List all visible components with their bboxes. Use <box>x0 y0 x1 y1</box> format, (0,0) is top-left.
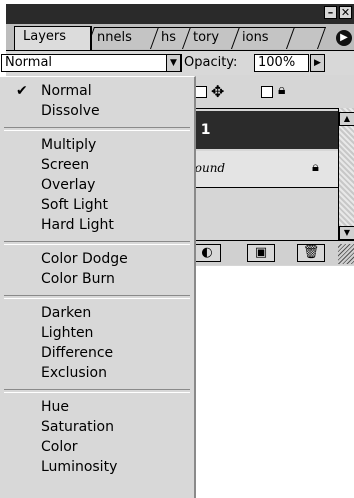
adjustment-layer-icon[interactable]: ◐ <box>193 244 221 262</box>
menu-item-darken[interactable]: Darken <box>0 303 194 323</box>
checkmark-icon: ✔ <box>16 83 28 99</box>
tab-row: Layers nnels hs tory ions ▶ <box>6 24 354 51</box>
blend-mode-value: Normal <box>5 55 53 70</box>
minimize-icon[interactable]: – <box>324 6 337 19</box>
menu-item-color[interactable]: Color <box>0 437 194 457</box>
layer-lock-icon: 🔒︎ <box>312 160 319 175</box>
menu-item-label: Lighten <box>41 325 94 341</box>
menu-item-label: Saturation <box>41 419 114 435</box>
lock-position-checkbox[interactable] <box>195 86 207 98</box>
menu-item-color-burn[interactable]: Color Burn <box>0 269 194 289</box>
menu-item-overlay[interactable]: Overlay <box>0 175 194 195</box>
menu-item-label: Exclusion <box>41 365 107 381</box>
menu-item-saturation[interactable]: Saturation <box>0 417 194 437</box>
menu-item-label: Hard Light <box>41 217 114 233</box>
resize-grip-icon[interactable] <box>338 244 354 264</box>
menu-item-label: Color Burn <box>41 271 115 287</box>
scroll-up-icon[interactable]: ▲ <box>339 112 354 126</box>
palette-menu-icon[interactable]: ▶ <box>336 30 352 46</box>
menu-item-soft-light[interactable]: Soft Light <box>0 195 194 215</box>
menu-group: Darken Lighten Difference Exclusion <box>0 303 194 383</box>
lock-icon: 🔒︎ <box>278 82 286 98</box>
menu-item-normal[interactable]: ✔ Normal <box>0 81 194 101</box>
tab-layers[interactable]: Layers <box>14 26 92 50</box>
tab-channels[interactable]: nnels <box>85 27 161 49</box>
menu-item-multiply[interactable]: Multiply <box>0 135 194 155</box>
menu-item-label: Color Dodge <box>41 251 128 267</box>
menu-item-dissolve[interactable]: Dissolve <box>0 101 194 121</box>
layer-list-scrollbar[interactable]: ▲ ▼ <box>338 108 354 240</box>
menu-item-label: Darken <box>41 305 92 321</box>
menu-item-lighten[interactable]: Lighten <box>0 323 194 343</box>
menu-separator <box>4 389 190 393</box>
opacity-slider-arrow-icon[interactable]: ▶ <box>310 54 325 72</box>
chevron-down-icon[interactable]: ▼ <box>166 54 181 72</box>
new-layer-icon[interactable]: ▣ <box>247 244 275 262</box>
menu-item-hard-light[interactable]: Hard Light <box>0 215 194 235</box>
menu-item-label: Normal <box>41 83 92 99</box>
menu-item-label: Multiply <box>41 137 97 153</box>
menu-item-label: Dissolve <box>41 103 100 119</box>
opacity-label: Opacity: <box>184 55 238 70</box>
menu-separator <box>4 127 190 131</box>
menu-item-screen[interactable]: Screen <box>0 155 194 175</box>
move-icon: ✥ <box>211 82 225 101</box>
menu-item-luminosity[interactable]: Luminosity <box>0 457 194 477</box>
trash-icon[interactable]: 🗑︎ <box>297 244 325 262</box>
menu-item-label: Soft Light <box>41 197 109 213</box>
palette-titlebar[interactable]: – ✕ <box>6 4 354 24</box>
menu-item-label: Hue <box>41 399 70 415</box>
menu-group: Hue Saturation Color Luminosity <box>0 397 194 477</box>
opacity-field[interactable]: 100% <box>254 54 309 72</box>
menu-separator <box>4 241 190 245</box>
blend-mode-dropdown: ✔ Normal Dissolve Multiply Screen Overlay Soft… <box>0 76 196 498</box>
menu-item-label: Luminosity <box>41 459 118 475</box>
menu-item-label: Color <box>41 439 78 455</box>
menu-item-label: Overlay <box>41 177 96 193</box>
menu-item-color-dodge[interactable]: Color Dodge <box>0 249 194 269</box>
menu-item-label: Screen <box>41 157 90 173</box>
menu-item-hue[interactable]: Hue <box>0 397 194 417</box>
close-icon[interactable]: ✕ <box>339 6 352 19</box>
menu-separator <box>4 295 190 299</box>
tab-actions[interactable]: ions <box>230 27 296 49</box>
blend-mode-select[interactable]: Normal ▼ <box>1 54 182 72</box>
menu-item-exclusion[interactable]: Exclusion <box>0 363 194 383</box>
menu-item-label: Difference <box>41 345 114 361</box>
menu-item-difference[interactable]: Difference <box>0 343 194 363</box>
menu-group: Multiply Screen Overlay Soft Light Hard Ligh… <box>0 135 194 235</box>
tab-overflow <box>285 27 327 49</box>
scroll-down-icon[interactable]: ▼ <box>339 226 354 240</box>
lock-all-checkbox[interactable] <box>261 86 273 98</box>
menu-group: ✔ Normal Dissolve <box>0 81 194 121</box>
menu-group: Color Dodge Color Burn <box>0 249 194 289</box>
blend-options-row: Normal ▼ Opacity: 100% ▶ <box>1 51 354 75</box>
